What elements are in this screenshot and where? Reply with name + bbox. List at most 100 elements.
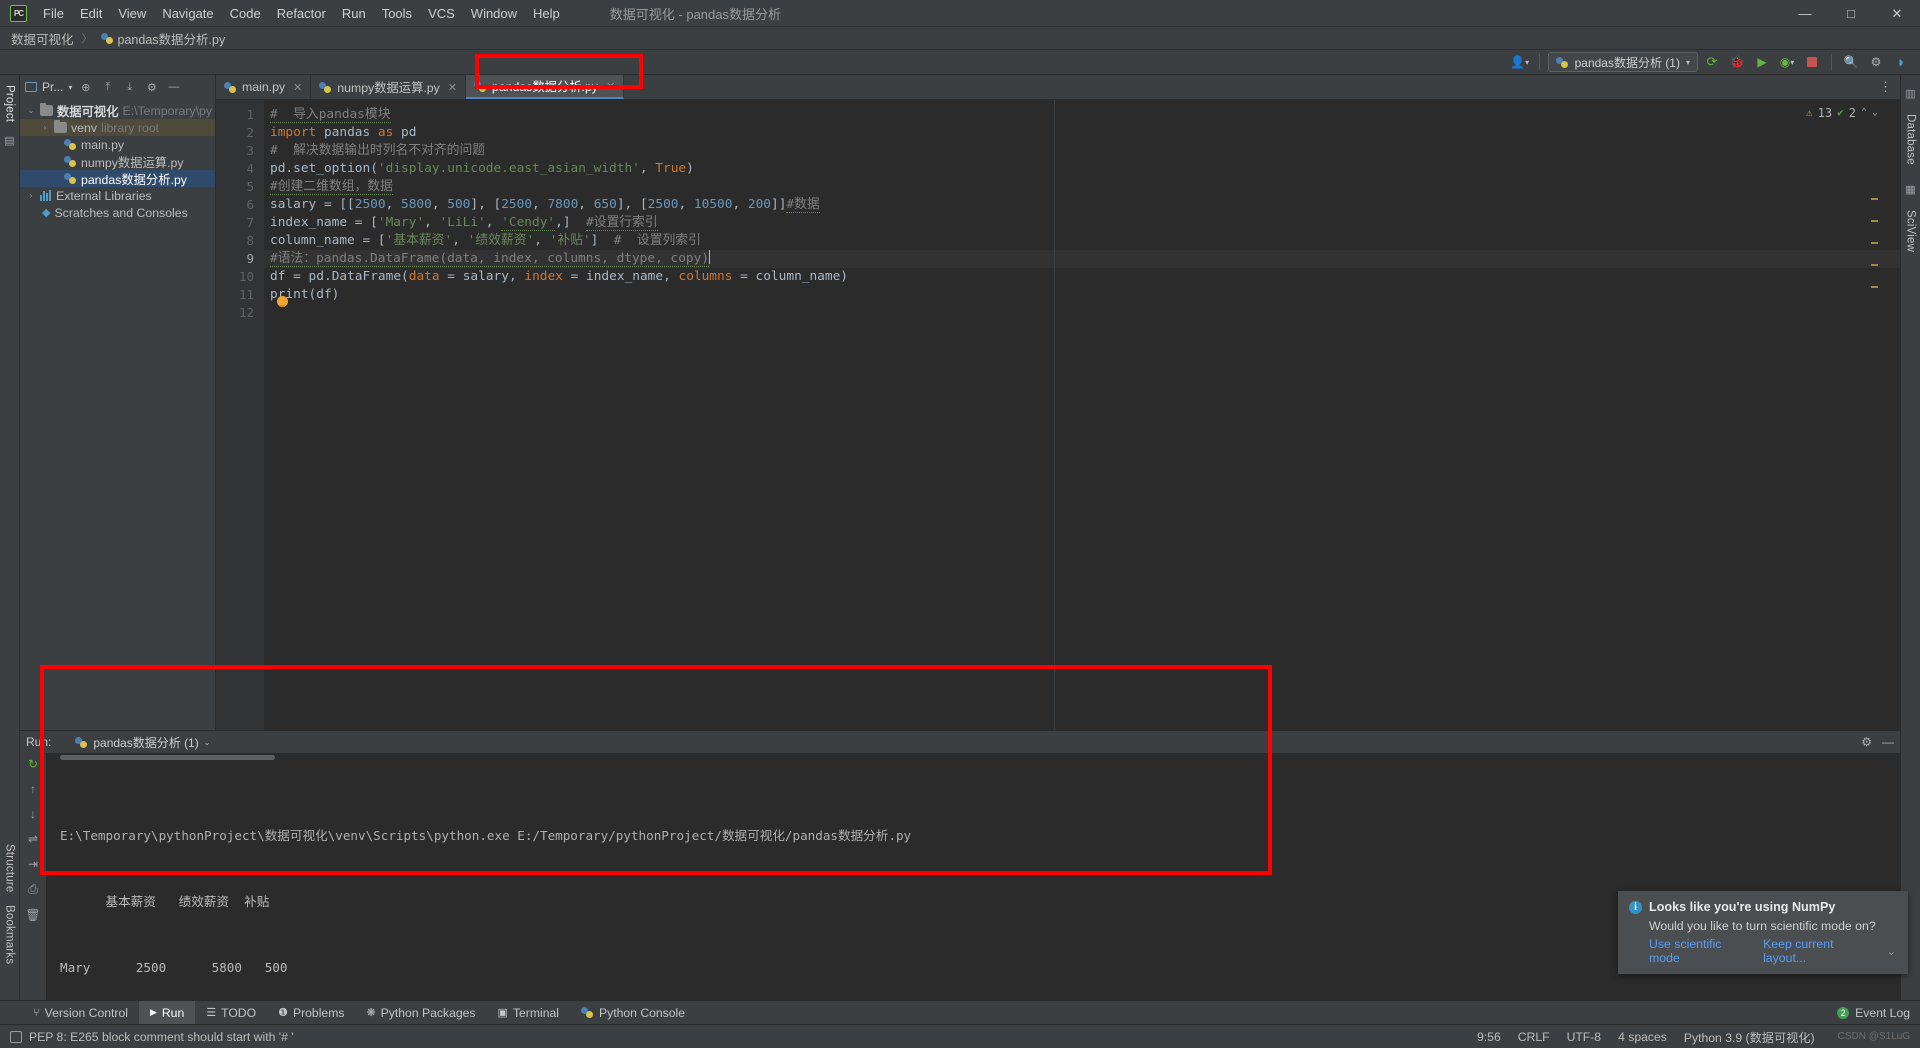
breadcrumb-file[interactable]: pandas数据分析.py bbox=[98, 29, 229, 48]
expand-all-icon[interactable]: ⤒ bbox=[99, 79, 116, 96]
close-icon[interactable]: ✕ bbox=[293, 81, 302, 94]
scroll-up-icon[interactable]: ↑ bbox=[30, 782, 36, 796]
event-log-button[interactable]: 2 Event Log bbox=[1837, 1006, 1920, 1020]
toolwindow-python-packages[interactable]: ❋ Python Packages bbox=[355, 1001, 486, 1025]
menu-code[interactable]: Code bbox=[222, 2, 269, 25]
sidebar-tab-sciview[interactable]: SciView bbox=[1905, 204, 1917, 258]
scratch-icon: ◆ bbox=[42, 207, 51, 219]
tab-pandas-py[interactable]: pandas数据分析.py ✕ bbox=[466, 75, 625, 99]
prev-problem-icon[interactable]: ⌃ bbox=[1861, 104, 1867, 122]
tree-item-numpy-py[interactable]: numpy数据运算.py bbox=[20, 153, 215, 170]
run-with-coverage-button[interactable]: ▶ bbox=[1751, 52, 1773, 72]
next-problem-icon[interactable]: ⌄ bbox=[1872, 104, 1878, 122]
close-icon[interactable]: ✕ bbox=[606, 80, 615, 93]
file-encoding[interactable]: UTF-8 bbox=[1567, 1030, 1602, 1044]
print-icon[interactable]: ⎙ bbox=[28, 882, 38, 897]
close-icon[interactable]: ✕ bbox=[448, 81, 457, 94]
toolwindow-python-console[interactable]: Python Console bbox=[570, 1001, 696, 1025]
chevron-down-icon[interactable]: ⌄ bbox=[26, 106, 36, 115]
tree-item-pandas-py[interactable]: pandas数据分析.py bbox=[20, 170, 215, 187]
locate-icon[interactable]: ⊕ bbox=[77, 79, 94, 96]
maximize-button[interactable]: □ bbox=[1828, 0, 1874, 27]
toolwindow-todo[interactable]: ☰ TODO bbox=[195, 1001, 267, 1025]
run-button[interactable]: ⟳ bbox=[1701, 52, 1723, 72]
menu-edit[interactable]: Edit bbox=[72, 2, 110, 25]
line-number: 6 bbox=[246, 197, 254, 212]
menu-navigate[interactable]: Navigate bbox=[154, 2, 221, 25]
inspection-widget[interactable]: ⚠ 13 ✔ 2 ⌃ ⌄ bbox=[1806, 104, 1878, 122]
tree-item-main-py[interactable]: main.py bbox=[20, 136, 215, 153]
collapse-all-icon[interactable]: ⤓ bbox=[121, 79, 138, 96]
people-icon[interactable]: 👤 ▾ bbox=[1509, 52, 1531, 72]
chevron-down-icon: ▾ bbox=[1685, 57, 1690, 67]
toolwindow-run[interactable]: ▶ Run bbox=[138, 1000, 196, 1025]
intention-bulb-icon[interactable] bbox=[277, 296, 288, 307]
soft-wrap-icon[interactable]: ⇌ bbox=[28, 832, 38, 846]
folder-icon[interactable]: ▤ bbox=[4, 134, 14, 147]
run-configuration-selector[interactable]: pandas数据分析 (1) ▾ bbox=[1547, 52, 1698, 72]
gear-icon[interactable]: ⚙ bbox=[1865, 52, 1887, 72]
tree-item-scratches[interactable]: ◆ Scratches and Consoles bbox=[20, 204, 215, 221]
hide-icon[interactable]: — bbox=[165, 79, 182, 96]
numpy-notification[interactable]: i Looks like you're using NumPy Would yo… bbox=[1618, 891, 1908, 974]
code-text: #语法：pandas.DataFrame(data, index, column… bbox=[270, 251, 710, 267]
hide-icon[interactable]: — bbox=[1882, 735, 1894, 749]
menu-help[interactable]: Help bbox=[525, 2, 568, 25]
menu-refactor[interactable]: Refactor bbox=[269, 2, 334, 25]
tab-options-icon[interactable]: ⋮ bbox=[1871, 75, 1900, 99]
code-line-10: df = pd.DataFrame(data = salary, index =… bbox=[270, 269, 849, 284]
code-text: # 导入pandas模块 bbox=[270, 107, 391, 123]
caret-position[interactable]: 9:56 bbox=[1477, 1030, 1501, 1044]
line-separator[interactable]: CRLF bbox=[1518, 1030, 1550, 1044]
run-session-tab[interactable]: pandas数据分析 (1) ⌄ bbox=[75, 734, 210, 751]
code-text: # 解决数据输出时列名不对齐的问题 bbox=[270, 143, 486, 158]
chevron-right-icon[interactable]: › bbox=[40, 123, 50, 132]
sidebar-tab-database[interactable]: Database bbox=[1905, 108, 1917, 171]
gear-icon[interactable]: ⚙ bbox=[143, 79, 160, 96]
minimize-button[interactable]: — bbox=[1782, 0, 1828, 27]
menu-vcs[interactable]: VCS bbox=[420, 2, 463, 25]
breadcrumb-project[interactable]: 数据可视化 bbox=[8, 29, 77, 48]
tree-label: Scratches and Consoles bbox=[54, 205, 188, 220]
chevron-down-icon[interactable]: ▾ bbox=[68, 83, 72, 92]
keep-current-layout-link[interactable]: Keep current layout... bbox=[1763, 937, 1873, 965]
menu-window[interactable]: Window bbox=[463, 2, 525, 25]
menu-run[interactable]: Run bbox=[334, 2, 374, 25]
tab-main-py[interactable]: main.py ✕ bbox=[216, 75, 312, 99]
menu-view[interactable]: View bbox=[110, 2, 154, 25]
chevron-right-icon[interactable]: › bbox=[26, 191, 36, 200]
stop-button[interactable] bbox=[1801, 52, 1823, 72]
search-icon[interactable]: 🔍 bbox=[1840, 52, 1862, 72]
gear-icon[interactable]: ⚙ bbox=[1861, 735, 1872, 749]
updates-icon[interactable]: ◗ bbox=[1890, 52, 1912, 72]
menu-tools[interactable]: Tools bbox=[374, 2, 420, 25]
console-horizontal-scrollbar[interactable] bbox=[60, 755, 275, 760]
toolwindow-label: TODO bbox=[221, 1005, 257, 1020]
scroll-to-end-icon[interactable]: ⇥ bbox=[28, 857, 38, 871]
toolwindow-problems[interactable]: ❶ Problems bbox=[267, 1001, 355, 1025]
close-button[interactable]: ✕ bbox=[1874, 0, 1920, 27]
tree-item-project-root[interactable]: ⌄ 数据可视化 E:\Temporary\py bbox=[20, 102, 215, 119]
sidebar-tab-project[interactable]: Project bbox=[4, 79, 16, 128]
indent-setting[interactable]: 4 spaces bbox=[1618, 1030, 1667, 1044]
rerun-icon[interactable]: ↻ bbox=[28, 757, 38, 771]
use-scientific-mode-link[interactable]: Use scientific mode bbox=[1649, 937, 1749, 965]
sidebar-tab-bookmarks[interactable]: Bookmarks bbox=[4, 899, 16, 970]
chevron-down-icon[interactable]: ⌄ bbox=[1887, 945, 1896, 958]
breadcrumb-file-label: pandas数据分析.py bbox=[117, 32, 226, 47]
debug-button[interactable]: 🐞 bbox=[1726, 52, 1748, 72]
toolwindow-terminal[interactable]: ▣ Terminal bbox=[487, 1001, 570, 1025]
tree-item-venv[interactable]: › venv library root bbox=[20, 119, 215, 136]
python-interpreter[interactable]: Python 3.9 (数据可视化) bbox=[1684, 1028, 1815, 1046]
chevron-down-icon[interactable]: ⌄ bbox=[204, 738, 211, 747]
toolwindow-version-control[interactable]: ⑂ Version Control bbox=[22, 1001, 139, 1025]
sidebar-tab-structure[interactable]: Structure bbox=[4, 838, 16, 898]
scroll-down-icon[interactable]: ↓ bbox=[30, 807, 36, 821]
toolwindow-label: Terminal bbox=[512, 1005, 559, 1020]
menu-file[interactable]: File bbox=[35, 2, 72, 25]
tree-item-external-libraries[interactable]: › External Libraries bbox=[20, 187, 215, 204]
clear-all-icon[interactable]: 🗑 bbox=[25, 908, 40, 922]
tab-numpy-py[interactable]: numpy数据运算.py ✕ bbox=[311, 75, 467, 99]
project-panel-title[interactable]: Pr... bbox=[42, 80, 63, 94]
profile-button[interactable]: ◉ ▾ bbox=[1776, 52, 1798, 72]
